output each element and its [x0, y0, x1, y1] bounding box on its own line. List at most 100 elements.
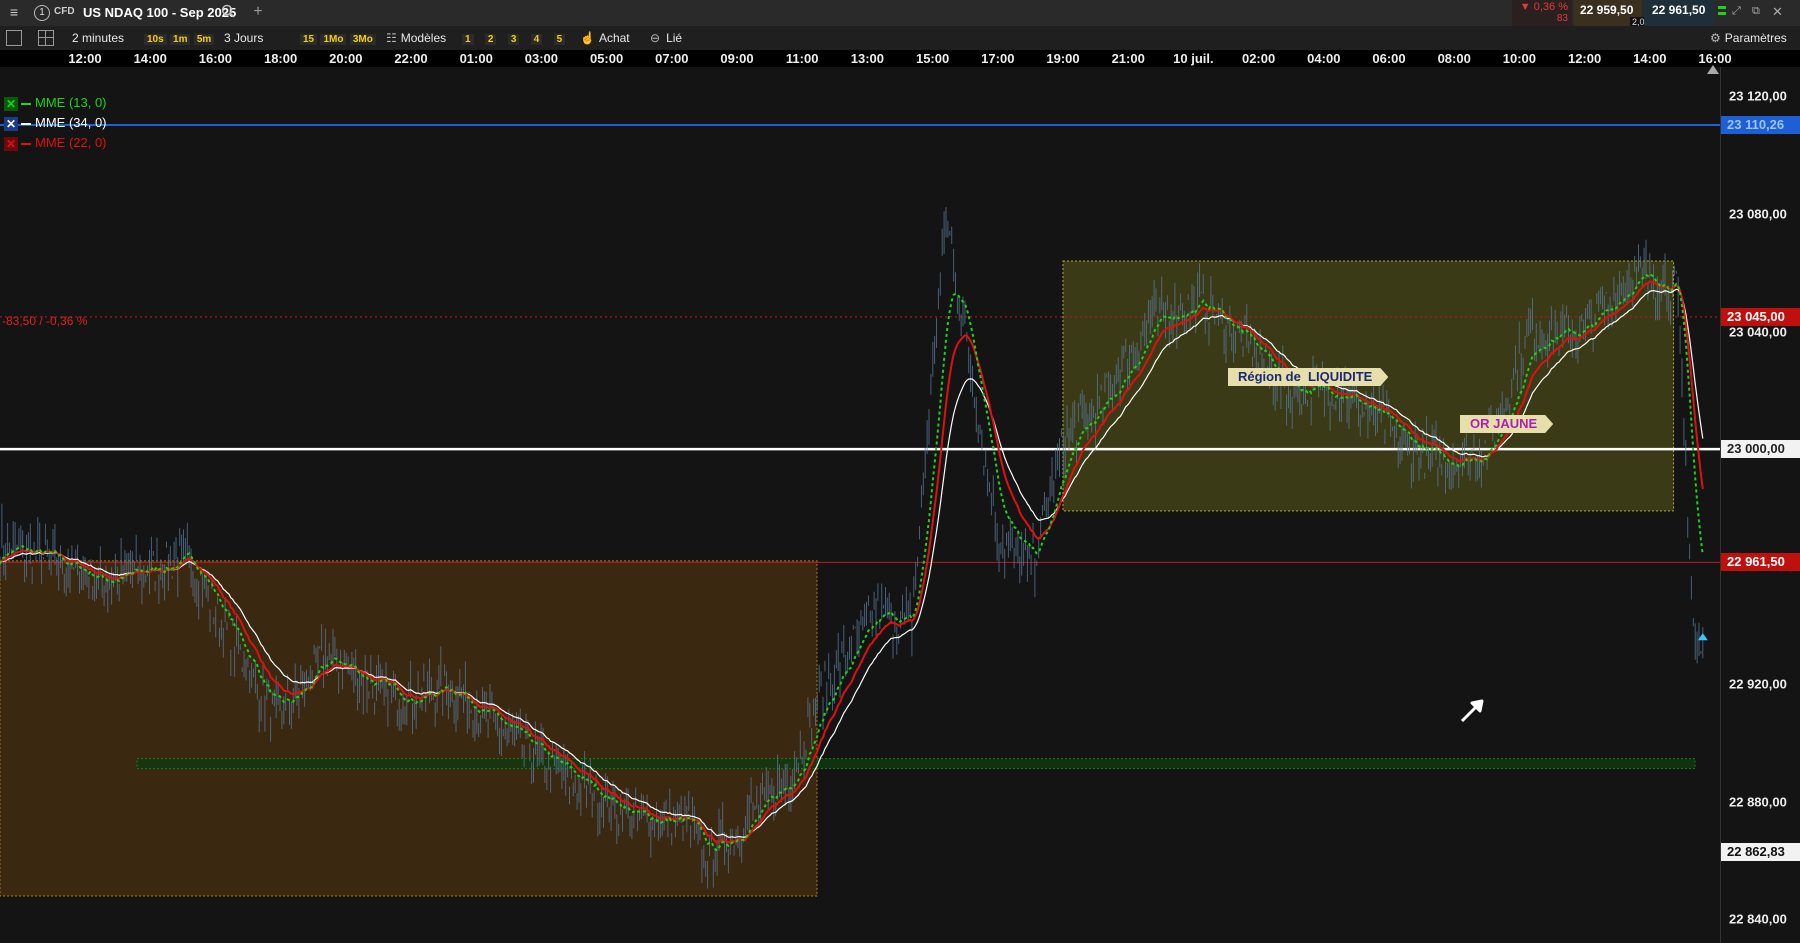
slot-buttons: 1 2 3 4 5 — [462, 26, 566, 50]
annotation-text: OR JAUNE — [1470, 416, 1538, 431]
price-tick-label: 22 920,00 — [1729, 676, 1787, 692]
time-tick-label: 14:00 — [1633, 51, 1667, 66]
models-label: Modèles — [400, 31, 447, 45]
legend-label: MME (34, 0) — [35, 115, 107, 130]
buy-button[interactable]: ☝ Achat — [580, 26, 630, 50]
legend-ema-34[interactable]: ✕ MME (34, 0) — [4, 114, 107, 132]
period-3mo[interactable]: 3Mo — [349, 34, 376, 45]
time-tick-label: 15:00 — [915, 51, 950, 66]
slot-5[interactable]: 5 — [553, 34, 566, 45]
linked-label: Lié — [666, 31, 683, 45]
maximize-icon[interactable]: ⧉ — [1752, 5, 1760, 18]
annotation-text: Région de LIQUIDITE — [1238, 369, 1373, 384]
consolidation-zone — [0, 560, 818, 897]
settings-button[interactable]: ⚙ Paramètres — [1710, 26, 1787, 50]
time-tick-label: 08:00 — [1437, 51, 1471, 66]
legend-ema-13[interactable]: ✕ MME (13, 0) — [4, 94, 107, 112]
slot-2[interactable]: 2 — [484, 34, 497, 45]
legend-ema-22[interactable]: ✕ MME (22, 0) — [4, 134, 107, 152]
period-1mo[interactable]: 1Mo — [320, 34, 347, 45]
chart-canvas[interactable] — [0, 67, 1720, 943]
time-tick-label: 06:00 — [1372, 51, 1406, 66]
link-icon: ⊖ — [650, 31, 661, 45]
instrument-type-badge: CFD — [54, 6, 75, 17]
slot-3[interactable]: 3 — [507, 34, 520, 45]
scroll-up-icon[interactable] — [1707, 65, 1719, 74]
slot-4[interactable]: 4 — [530, 34, 543, 45]
instrument-name[interactable]: US NDAQ 100 - Sep 2025 — [83, 5, 236, 20]
timeframe-select[interactable]: 2 minutes — [72, 26, 124, 50]
bid-price: 22 959,50 — [1580, 3, 1634, 17]
search-icon[interactable] — [220, 4, 236, 20]
time-tick-label: 04:00 — [1307, 51, 1341, 66]
change-pts: 83 — [1556, 13, 1568, 24]
add-tab-icon[interactable]: + — [250, 3, 266, 21]
remove-icon[interactable]: ✕ — [4, 96, 18, 111]
quick-periods: 15 1Mo 3Mo — [300, 26, 376, 50]
remove-icon[interactable]: ✕ — [4, 136, 18, 151]
time-tick-label: 10:00 — [1502, 51, 1537, 66]
swatch — [21, 122, 31, 125]
slot-1[interactable]: 1 — [462, 34, 474, 45]
swatch — [21, 142, 31, 145]
swatch — [21, 102, 31, 105]
remove-icon[interactable]: ✕ — [4, 116, 18, 131]
chart-toolbar: 2 minutes 10s 1m 5m 3 Jours 15 1Mo 3Mo ☷… — [0, 26, 1800, 51]
period-select[interactable]: 3 Jours — [224, 26, 263, 50]
price-tick-label: 22 880,00 — [1729, 794, 1787, 810]
last-price-tag: 22 961,50 — [1721, 553, 1800, 572]
linked-button[interactable]: ⊖ Lié — [650, 26, 682, 50]
round-number-tag: 23 000,00 — [1721, 440, 1800, 459]
time-tick-label: 01:00 — [459, 51, 493, 66]
price-tick-label: 23 080,00 — [1729, 206, 1787, 222]
price-chart[interactable]: ✕ MME (13, 0) ✕ MME (34, 0) ✕ MME (22, 0) -… — [0, 67, 1720, 943]
interval-10s[interactable]: 10s — [144, 34, 167, 45]
annotation-gold[interactable]: OR JAUNE — [1460, 415, 1553, 433]
reference-tag: 23 045,00 — [1721, 307, 1800, 326]
detach-icon[interactable]: ⤢ — [1732, 5, 1741, 18]
time-tick-label: 11:00 — [785, 51, 819, 66]
support-zone — [136, 758, 1696, 770]
time-tick-label: 16:00 — [198, 51, 233, 66]
panel-icon[interactable] — [6, 30, 22, 46]
layout-grid-icon[interactable] — [38, 30, 54, 46]
change-pct: ▼ 0,36 % — [1519, 1, 1568, 13]
time-tick-label: 12:00 — [1567, 51, 1602, 66]
legend-label: MME (22, 0) — [35, 135, 107, 150]
market-status-icon — [1718, 6, 1726, 9]
low-marker-tag: 22 862,83 — [1721, 843, 1800, 862]
time-tick-label: 17:00 — [981, 51, 1015, 66]
tab-number-badge[interactable]: 1 — [34, 5, 50, 21]
time-tick-label: 21:00 — [1111, 51, 1145, 66]
time-tick-label: 12:00 — [68, 51, 102, 66]
time-tick-label: 20:00 — [329, 51, 363, 66]
time-tick-label: 03:00 — [524, 51, 559, 66]
time-tick-label: 18:00 — [263, 51, 298, 66]
change-block: ▼ 0,36 % 83 — [1512, 0, 1572, 26]
ask-price: 22 961,50 — [1652, 3, 1706, 17]
ask-button[interactable]: 22 961,50 — [1644, 0, 1714, 26]
hand-icon: ☝ — [580, 31, 595, 45]
price-tick-label: 22 840,00 — [1729, 911, 1787, 927]
interval-1m[interactable]: 1m — [170, 34, 191, 45]
price-axis[interactable]: 23 120,00 23 080,00 23 040,00 23 000,00 22 9… — [1707, 65, 1800, 943]
legend-label: MME (13, 0) — [35, 95, 107, 110]
close-icon[interactable]: ✕ — [1772, 4, 1783, 20]
change-line-label: -83,50 / -0,36 % — [2, 314, 88, 328]
time-tick-label: 07:00 — [655, 51, 689, 66]
time-tick-label: 19:00 — [1046, 51, 1080, 66]
hamburger-icon[interactable]: ≡ — [6, 4, 22, 20]
sliders-icon: ☷ — [386, 31, 397, 45]
time-tick-label: 09:00 — [720, 51, 754, 66]
gear-icon: ⚙ — [1710, 31, 1721, 45]
annotation-liquidity[interactable]: Région de LIQUIDITE — [1228, 368, 1388, 386]
market-status-icon-2 — [1718, 12, 1726, 15]
time-tick-label: 13:00 — [850, 51, 885, 66]
time-tick-label: 14:00 — [133, 51, 167, 66]
interval-5m[interactable]: 5m — [193, 34, 215, 45]
quick-intervals: 10s 1m 5m — [144, 26, 215, 50]
buy-label: Achat — [598, 31, 630, 45]
period-15[interactable]: 15 — [300, 34, 318, 45]
models-button[interactable]: ☷ Modèles — [386, 26, 446, 50]
price-tick-label: 23 040,00 — [1729, 324, 1787, 340]
